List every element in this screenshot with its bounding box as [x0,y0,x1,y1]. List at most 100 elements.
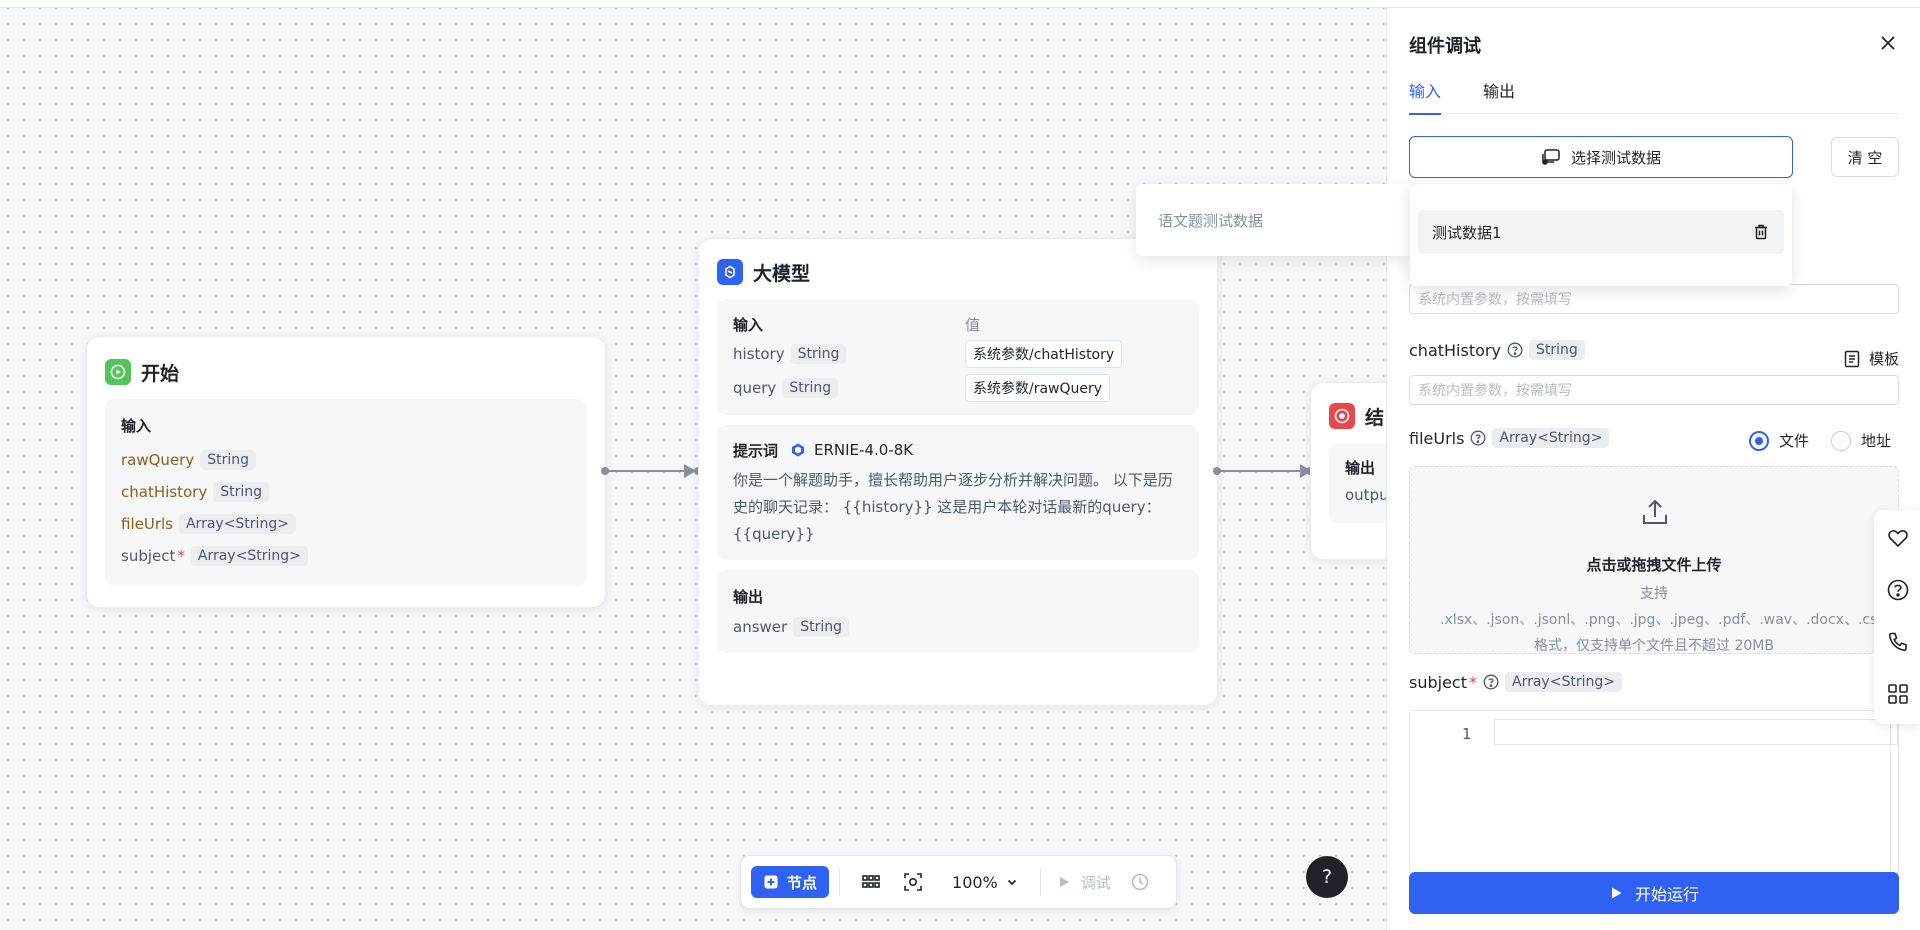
play-icon [1611,887,1622,899]
start-var-row: fileUrls Array<String> [121,508,571,540]
var-name: query [733,379,777,397]
trash-icon[interactable] [1752,223,1770,241]
code-current-line[interactable] [1494,719,1898,745]
layout-grid-icon[interactable] [856,867,886,897]
zoom-value: 100% [952,872,998,892]
select-test-data-button[interactable]: 选择测试数据 [1409,136,1793,178]
llm-input-col-title: 输入 [733,315,764,334]
var-type-tag: Array<String> [190,546,308,566]
question-circle-icon[interactable] [1470,430,1486,446]
start-run-label: 开始运行 [1634,885,1699,904]
llm-input-row: history String 系统参数/chatHistory [733,337,1183,371]
template-label: 模板 [1869,350,1900,368]
llm-node[interactable]: 大模型 输入 值 history String 系统参数/chatHistory… [698,238,1218,706]
fit-view-icon[interactable] [898,867,928,897]
test-data-popover: 测试数据1 [1410,184,1792,286]
radio-dot-checked [1749,430,1769,451]
radio-dot-unchecked [1831,430,1852,451]
play-icon [105,359,131,385]
start-node-title: 开始 [141,362,180,385]
close-icon[interactable] [1877,32,1899,54]
apps-grid-icon[interactable] [1886,682,1910,706]
canvas-toolbar: 节点 100% 调试 [740,855,1177,909]
plus-square-icon [764,875,778,889]
field-name: subject [1409,672,1467,692]
llm-output-row: answer String [733,611,1183,643]
upload-desc: 支持 .xlsx、.json、.jsonl、.png、.jpg、.jpeg、.p… [1440,586,1920,654]
var-name: answer [733,618,788,636]
side-float-rail [1874,510,1920,724]
chat-history-input[interactable]: 系统内置参数，按需填写 [1409,375,1899,405]
field-name: chatHistory [1409,340,1501,360]
subject-label: subject * Array<String> [1409,672,1622,692]
file-upload-dropzone[interactable]: 点击或拖拽文件上传 支持 .xlsx、.json、.jsonl、.png、.jp… [1409,466,1920,654]
upload-title: 点击或拖拽文件上传 [1586,556,1722,574]
template-button[interactable]: 模板 [1843,348,1899,369]
clear-button[interactable]: 清 空 [1831,137,1899,177]
var-value: 系统参数/rawQuery [965,374,1111,402]
editor-scrollbar[interactable] [1890,711,1891,875]
toolbar-divider [839,868,841,896]
required-mark: * [177,547,185,565]
phone-icon[interactable] [1886,630,1910,654]
llm-value-col-title: 值 [965,315,981,334]
radio-url-label: 地址 [1861,432,1892,450]
question-circle-icon[interactable] [1886,578,1910,602]
edge-llm-end [1219,470,1311,472]
llm-output-section: 输出 answer String [717,570,1199,653]
start-input-title: 输入 [121,417,152,435]
debug-button[interactable]: 调试 [1051,872,1111,893]
radio-url[interactable]: 地址 [1831,430,1891,451]
model-name: ERNIE-4.0-8K [814,441,914,459]
var-type-tag: String [790,344,847,364]
help-fab-button[interactable]: ? [1306,856,1348,898]
history-icon[interactable] [1125,867,1155,897]
upload-icon [1643,499,1667,524]
var-type-tag: String [213,482,269,502]
var-name: history [733,345,785,363]
tab-input[interactable]: 输入 [1409,78,1442,115]
tab-output[interactable]: 输出 [1483,78,1515,114]
var-name: fileUrls [121,515,173,533]
start-var-row: subject * Array<String> [121,540,571,572]
var-name: rawQuery [121,451,195,469]
ernie-model-icon [792,443,805,457]
chat-history-label: chatHistory String [1409,340,1585,360]
subject-code-editor[interactable]: 1 [1409,710,1899,875]
test-data-item[interactable]: 测试数据1 [1418,210,1784,254]
file-urls-label: fileUrls Array<String> [1409,428,1610,448]
add-node-button[interactable]: 节点 [751,866,830,898]
llm-node-title: 大模型 [753,262,811,285]
var-type-tag: String [200,450,256,470]
var-name: chatHistory [121,483,208,501]
var-type-tag: String [793,617,849,637]
toolbar-divider [1039,868,1041,896]
start-run-button[interactable]: 开始运行 [1409,872,1899,914]
line-number: 1 [1462,725,1472,743]
var-value: 系统参数/chatHistory [965,340,1123,368]
zoom-select[interactable]: 100% [952,873,1018,892]
dataset-icon [1542,149,1560,165]
field-type-tag: String [1528,340,1585,360]
debug-panel: 组件调试 输入 输出 选择测试数据 清 空 系统内置参数，按需填写 chatHi… [1386,8,1920,930]
question-circle-icon[interactable] [1483,674,1499,690]
heart-icon[interactable] [1886,526,1910,550]
model-icon [717,259,743,285]
panel-tabs: 输入 输出 [1409,78,1899,115]
help-fab-label: ? [1321,866,1333,888]
test-data-group-popover: 语文题测试数据 [1136,184,1416,256]
start-node[interactable]: 开始 输入 rawQuery String chatHistory String… [86,336,606,608]
popover-group-item[interactable]: 语文题测试数据 [1158,210,1263,231]
question-circle-icon[interactable] [1507,342,1523,358]
prompt-text: 你是一个解题助手，擅长帮助用户逐步分析并解决问题。 以下是历史的聊天记录： {{… [733,471,1173,543]
top-bar [0,0,1920,8]
radio-file-label: 文件 [1779,432,1810,450]
debug-label: 调试 [1080,873,1111,892]
radio-file[interactable]: 文件 [1749,430,1809,451]
builtin-param-input[interactable]: 系统内置参数，按需填写 [1409,284,1899,314]
panel-title: 组件调试 [1409,36,1481,57]
var-name: subject [121,547,176,565]
field-type-tag: Array<String> [1505,672,1622,692]
llm-prompt-section: 提示词 ERNIE-4.0-8K 你是一个解题助手，擅长帮助用户逐步分析并解决问… [717,425,1199,560]
test-data-item-label: 测试数据1 [1432,223,1502,242]
